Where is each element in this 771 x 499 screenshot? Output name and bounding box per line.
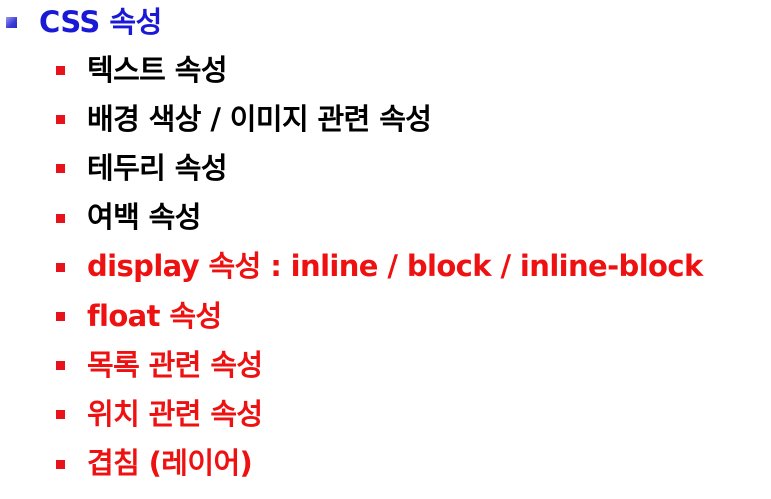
bullet-list: 텍스트 속성 배경 색상 / 이미지 관련 속성 테두리 속성 여백 속성 di… bbox=[56, 43, 703, 486]
list-item: display 속성 : inline / block / inline-blo… bbox=[56, 240, 703, 289]
square-bullet-icon bbox=[56, 361, 65, 371]
list-item: 목록 관련 속성 bbox=[56, 338, 703, 387]
list-item-text: float 속성 bbox=[87, 298, 222, 333]
list-item-text: 목록 관련 속성 bbox=[87, 347, 263, 382]
square-bullet-icon bbox=[6, 16, 17, 28]
list-item: 여백 속성 bbox=[56, 191, 703, 240]
square-bullet-icon bbox=[56, 66, 65, 76]
slide-heading: CSS 속성 bbox=[39, 5, 162, 39]
list-item: 텍스트 속성 bbox=[56, 43, 703, 92]
square-bullet-icon bbox=[56, 115, 65, 125]
list-item-text: 배경 색상 / 이미지 관련 속성 bbox=[87, 101, 432, 136]
list-item: 위치 관련 속성 bbox=[56, 387, 703, 436]
list-item-text: display 속성 : inline / block / inline-blo… bbox=[87, 249, 703, 284]
list-item: 겹침 (레이어) bbox=[56, 437, 703, 486]
list-item-text: 겹침 (레이어) bbox=[87, 446, 253, 481]
slide: CSS 속성 텍스트 속성 배경 색상 / 이미지 관련 속성 테두리 속성 여… bbox=[0, 0, 771, 499]
square-bullet-icon bbox=[56, 213, 65, 223]
list-item: float 속성 bbox=[56, 289, 703, 338]
list-item: 테두리 속성 bbox=[56, 141, 703, 190]
square-bullet-icon bbox=[56, 262, 65, 272]
list-item-text: 텍스트 속성 bbox=[87, 52, 228, 87]
square-bullet-icon bbox=[56, 410, 65, 420]
square-bullet-icon bbox=[56, 164, 65, 174]
heading-row: CSS 속성 bbox=[6, 0, 162, 40]
square-bullet-icon bbox=[56, 459, 65, 469]
list-item-text: 위치 관련 속성 bbox=[87, 396, 263, 431]
list-item: 배경 색상 / 이미지 관련 속성 bbox=[56, 92, 703, 141]
list-item-text: 여백 속성 bbox=[87, 200, 201, 235]
square-bullet-icon bbox=[56, 312, 65, 322]
list-item-text: 테두리 속성 bbox=[87, 150, 228, 185]
